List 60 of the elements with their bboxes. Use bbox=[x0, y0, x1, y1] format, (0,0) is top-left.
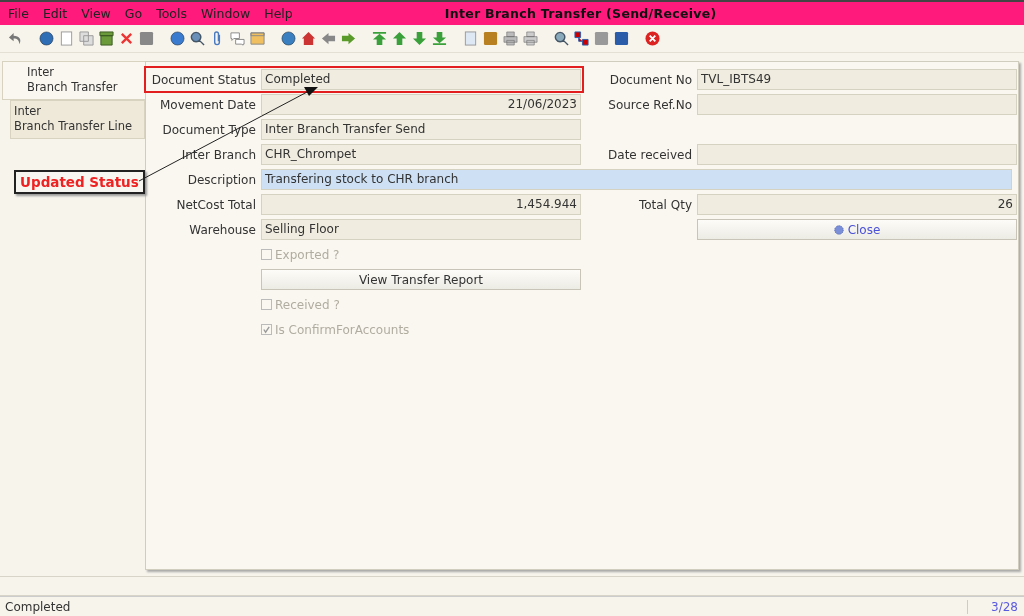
undo-icon[interactable] bbox=[8, 31, 23, 46]
input-field[interactable]: Completed bbox=[261, 69, 581, 90]
last-record-icon[interactable] bbox=[432, 31, 447, 46]
menu-item[interactable]: File bbox=[8, 6, 29, 21]
field-label: Document No bbox=[608, 72, 693, 87]
input-field[interactable] bbox=[697, 94, 1017, 115]
print-icon[interactable] bbox=[523, 31, 538, 46]
input-field[interactable]: TVL_IBTS49 bbox=[697, 69, 1017, 90]
up-arrow-icon[interactable] bbox=[392, 31, 407, 46]
menu-item[interactable]: Help bbox=[264, 6, 293, 21]
window-title: Inter Branch Transfer (Send/Receive) bbox=[444, 6, 717, 21]
home-icon[interactable] bbox=[301, 31, 316, 46]
delete-icon[interactable] bbox=[119, 31, 134, 46]
input-field[interactable]: CHR_Chrompet bbox=[261, 144, 581, 165]
down-arrow-icon[interactable] bbox=[412, 31, 427, 46]
field-label: Warehouse bbox=[188, 222, 257, 237]
menu-item[interactable]: Edit bbox=[42, 6, 68, 21]
input-field[interactable]: Inter Branch Transfer Send bbox=[261, 119, 581, 140]
search-icon[interactable] bbox=[190, 31, 205, 46]
field-label: Description bbox=[186, 172, 257, 187]
report-icon[interactable] bbox=[463, 31, 478, 46]
new-document-icon[interactable] bbox=[59, 31, 74, 46]
gear-icon bbox=[833, 224, 844, 235]
chat-icon[interactable] bbox=[230, 31, 245, 46]
input-field[interactable]: 26 bbox=[697, 194, 1017, 215]
record-counter: 3/28 bbox=[967, 599, 1024, 614]
transfer-icon[interactable] bbox=[574, 31, 589, 46]
input-field[interactable]: 21/06/2023 bbox=[261, 94, 581, 115]
recycle-bin-icon[interactable] bbox=[99, 31, 114, 46]
field-label: Date received bbox=[607, 147, 693, 162]
field-label: Total Qty bbox=[637, 197, 693, 212]
report-button[interactable]: View Transfer Report bbox=[261, 269, 581, 290]
field-label: NetCost Total bbox=[175, 197, 257, 212]
input-field[interactable]: 1,454.944 bbox=[261, 194, 581, 215]
field-label: Source Ref.No bbox=[607, 97, 693, 112]
left-arrow-icon[interactable] bbox=[321, 31, 336, 46]
close-button[interactable]: Close bbox=[697, 219, 1017, 240]
first-record-icon[interactable] bbox=[372, 31, 387, 46]
tab[interactable]: Inter Branch Transfer Line bbox=[10, 100, 145, 139]
status-message: Completed bbox=[4, 599, 72, 614]
print-preview-icon[interactable] bbox=[503, 31, 518, 46]
menu-item[interactable]: Window bbox=[200, 6, 251, 21]
input-field[interactable]: Transfering stock to CHR branch bbox=[261, 169, 1012, 190]
close-window-icon[interactable] bbox=[645, 31, 660, 46]
copy-icon[interactable] bbox=[79, 31, 94, 46]
zoom-icon[interactable] bbox=[554, 31, 569, 46]
right-arrow-icon[interactable] bbox=[341, 31, 356, 46]
window-icon[interactable] bbox=[250, 31, 265, 46]
field-label: Document Status bbox=[150, 72, 257, 87]
input-field[interactable] bbox=[697, 144, 1017, 165]
menu-item[interactable]: Go bbox=[124, 6, 143, 21]
checkmark-icon bbox=[262, 325, 271, 334]
annotation-label: Updated Status bbox=[14, 170, 145, 194]
field-label: Movement Date bbox=[158, 97, 257, 112]
input-field[interactable]: Selling Floor bbox=[261, 219, 581, 240]
tab[interactable]: Inter Branch Transfer bbox=[2, 61, 145, 100]
archive-icon[interactable] bbox=[483, 31, 498, 46]
menu-item[interactable]: Tools bbox=[156, 6, 187, 21]
menu-item[interactable]: View bbox=[81, 6, 111, 21]
save-icon[interactable] bbox=[139, 31, 154, 46]
